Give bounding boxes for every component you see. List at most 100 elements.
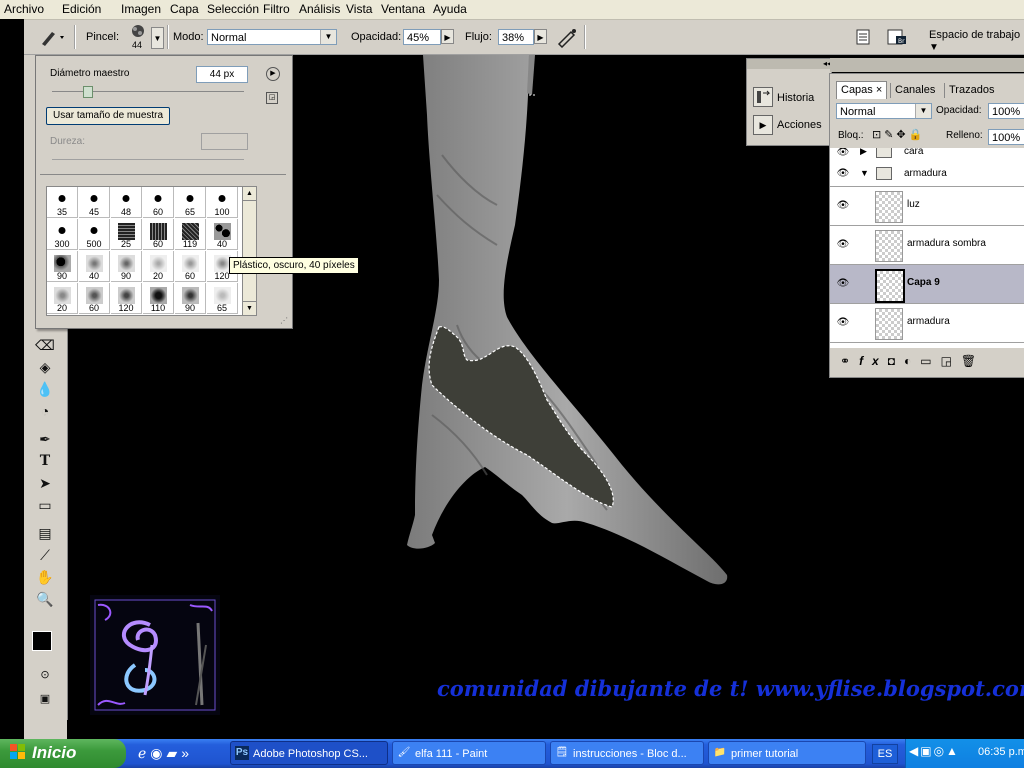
brush-preset[interactable]: 25 (111, 219, 142, 250)
menu-archivo[interactable]: Archivo (4, 2, 44, 16)
airbrush-button[interactable] (556, 26, 578, 49)
new-group-icon[interactable]: ▭ (920, 354, 940, 368)
brush-preset[interactable]: 60 (143, 219, 174, 250)
workspace-menu[interactable]: Espacio de trabajo ▼ (929, 29, 1024, 53)
brush-preset[interactable]: 120 (111, 283, 142, 314)
hardness-input[interactable] (201, 133, 248, 150)
blend-mode-select[interactable]: Normal ▼ (836, 103, 932, 119)
layer-armadura[interactable]: 👁 armadura (830, 304, 1024, 343)
history-label[interactable]: Historia (777, 92, 814, 104)
tab-capas[interactable]: Capas × (836, 81, 888, 99)
brush-preset[interactable]: 110 (143, 283, 174, 314)
master-diameter-input[interactable]: 44 px (196, 66, 248, 83)
link-layers-icon[interactable]: ⚭ (840, 354, 859, 368)
brush-preset[interactable]: 60 (175, 251, 206, 282)
menu-edicion[interactable]: Edición (62, 2, 101, 16)
mask-icon[interactable]: ◘ (888, 354, 904, 368)
menu-capa[interactable]: Capa (170, 2, 199, 16)
media-icon[interactable]: ◉ (150, 745, 166, 761)
more-icon[interactable]: » (181, 745, 193, 761)
blur-tool-icon[interactable]: 💧 (32, 379, 58, 399)
start-button[interactable]: Inicio (0, 739, 126, 768)
brush-preset[interactable]: 40 (207, 219, 238, 250)
menu-seleccion[interactable]: Selección (207, 2, 259, 16)
lock-icons[interactable]: ⊡✎✥🔒 (872, 128, 925, 141)
menu-filtro[interactable]: Filtro (263, 2, 290, 16)
notes-tool-icon[interactable]: ▤ (32, 523, 58, 543)
scroll-up-icon[interactable]: ▲ (243, 187, 256, 201)
menu-ventana[interactable]: Ventana (381, 2, 425, 16)
panel-menu-icon[interactable]: ▶ (266, 67, 280, 81)
master-diameter-slider[interactable] (52, 91, 244, 92)
collapse-arrow-icon[interactable]: ▼ (860, 168, 869, 178)
hand-tool-icon[interactable]: ✋ (32, 567, 58, 587)
brush-preset[interactable]: 90 (175, 283, 206, 314)
layer-armadura-sombra[interactable]: 👁 armadura sombra (830, 226, 1024, 265)
brush-preset[interactable]: 60 (79, 283, 110, 314)
flow-field[interactable]: 38% (498, 29, 534, 45)
foreground-color-swatch[interactable] (32, 631, 52, 651)
task-explorer-folder[interactable]: 📁 primer tutorial (708, 741, 866, 765)
layer-opacity-field[interactable]: 100% (988, 103, 1024, 119)
actions-play-icon[interactable]: ▶ (753, 115, 773, 135)
actions-label[interactable]: Acciones (777, 119, 822, 131)
menu-ayuda[interactable]: Ayuda (433, 2, 467, 16)
brush-preset[interactable]: 45 (79, 187, 110, 218)
task-paint[interactable]: 🖌 elfa 111 - Paint (392, 741, 546, 765)
paint-bucket-tool-icon[interactable]: ◈ (32, 357, 58, 377)
fill-field[interactable]: 100% (988, 129, 1024, 145)
brush-preset[interactable]: 65 (207, 283, 238, 314)
hardness-slider[interactable] (52, 159, 244, 160)
brush-preview[interactable]: 44 (128, 24, 148, 50)
brush-preset[interactable]: 500 (79, 219, 110, 250)
resize-grip-icon[interactable]: ⋰ (280, 316, 290, 326)
path-selection-tool-icon[interactable]: ➤ (32, 473, 58, 493)
brush-preset[interactable]: 300 (47, 219, 78, 250)
menu-vista[interactable]: Vista (346, 2, 372, 16)
tab-trazados[interactable]: Trazados (944, 83, 998, 98)
zoom-tool-icon[interactable]: 🔍 (32, 589, 58, 609)
rectangle-tool-icon[interactable]: ▭ (32, 495, 58, 515)
brush-grid-scrollbar[interactable]: ▲ ▼ (242, 186, 257, 316)
folder-icon[interactable]: ▰ (167, 745, 182, 761)
layer-group-armadura[interactable]: 👁 ▼ armadura (830, 162, 1024, 187)
pen-tool-icon[interactable]: ✒ (32, 429, 58, 449)
bridge-button[interactable]: Br (886, 26, 910, 48)
eye-icon[interactable]: 👁 (832, 148, 854, 162)
eye-icon[interactable]: 👁 (832, 197, 854, 215)
tray-icons[interactable]: ◀▣◎▲ (909, 744, 960, 758)
brush-preset[interactable]: 100 (207, 187, 238, 218)
close-icon[interactable]: × (876, 84, 882, 96)
menu-analisis[interactable]: Análisis (299, 2, 340, 16)
layer-luz[interactable]: 👁 luz (830, 187, 1024, 226)
brush-preset[interactable]: 65 (175, 187, 206, 218)
eye-icon[interactable]: 👁 (832, 236, 854, 254)
menu-imagen[interactable]: Imagen (121, 2, 161, 16)
task-notepad[interactable]: 🗒 instrucciones - Bloc d... (550, 741, 704, 765)
brush-preset[interactable]: 48 (111, 187, 142, 218)
eraser-tool-icon[interactable]: ⌫ (32, 335, 58, 355)
task-photoshop[interactable]: Ps Adobe Photoshop CS... (230, 741, 388, 765)
dock-title-bar[interactable] (747, 59, 831, 69)
scroll-down-icon[interactable]: ▼ (243, 301, 256, 315)
type-tool-icon[interactable]: T (32, 451, 58, 471)
dodge-tool-icon[interactable]: ◔ (32, 401, 58, 421)
brush-preset[interactable]: 20 (47, 283, 78, 314)
opacity-slider-button[interactable]: ▶ (441, 29, 454, 44)
expand-arrow-icon[interactable]: ▶ (860, 148, 867, 157)
language-indicator[interactable]: ES (872, 744, 898, 764)
layers-dock-title[interactable] (830, 58, 1024, 72)
new-preset-icon[interactable]: ◲ (266, 92, 278, 104)
brush-preset[interactable]: 20 (143, 251, 174, 282)
opacity-field[interactable]: 45% (403, 29, 441, 45)
brush-preset[interactable]: 90 (111, 251, 142, 282)
brush-preset[interactable]: 35 (47, 187, 78, 218)
eye-icon[interactable]: 👁 (832, 314, 854, 332)
use-sample-size-button[interactable]: Usar tamaño de muestra (46, 107, 171, 125)
quick-mask-icon[interactable]: ⊙ (32, 665, 58, 685)
brush-picker-button[interactable]: ▼ (151, 27, 164, 49)
trash-icon[interactable]: 🗑 (961, 354, 985, 368)
layer-capa-9[interactable]: 👁 Capa 9 (830, 265, 1024, 304)
tool-preset-picker[interactable] (38, 26, 68, 48)
mode-select[interactable]: Normal ▼ (207, 29, 337, 45)
